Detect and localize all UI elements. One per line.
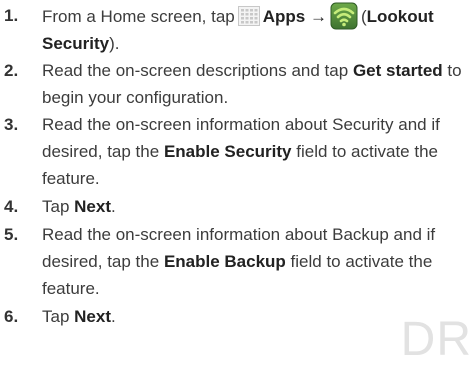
lookout-shield-icon <box>330 2 358 30</box>
step-text-part: . <box>111 197 116 216</box>
step-2: 2. Read the on-screen descriptions and t… <box>0 57 472 111</box>
step-1: 1. From a Home screen, tap Apps → (Lookout… <box>0 2 472 57</box>
step-number: 3. <box>4 115 19 134</box>
step-number: 5. <box>4 225 19 244</box>
apps-label: Apps <box>262 7 306 26</box>
step-number: 4. <box>4 197 19 216</box>
step-text-part: . <box>111 307 116 326</box>
enable-backup-label: Enable Backup <box>163 252 286 271</box>
step-text: Read the on-screen information about Sec… <box>42 111 468 192</box>
step-text: Read the on-screen information about Bac… <box>42 221 468 302</box>
step-text: Read the on-screen descriptions and tap … <box>42 57 468 111</box>
get-started-label: Get started <box>352 61 443 80</box>
enable-security-label: Enable Security <box>163 142 292 161</box>
step-text-part: Read the on-screen descriptions and tap <box>42 61 349 80</box>
step-3: 3. Read the on-screen information about … <box>0 111 472 192</box>
next-label: Next <box>74 307 112 326</box>
step-text-part: Tap <box>42 307 70 326</box>
step-text-part: Tap <box>42 197 70 216</box>
apps-grid-icon <box>237 6 260 26</box>
step-text-part: From a Home screen, tap <box>42 7 235 26</box>
next-label: Next <box>74 197 112 216</box>
step-text-part: ). <box>109 34 120 53</box>
step-text: From a Home screen, tap Apps → (Lookout Se… <box>42 2 468 57</box>
step-text: Tap Next. <box>42 193 468 220</box>
step-text: Tap Next. <box>42 303 468 330</box>
step-6: 6. Tap Next. <box>0 303 472 330</box>
arrow-symbol: → <box>309 7 327 26</box>
step-4: 4. Tap Next. <box>0 193 472 220</box>
step-number: 2. <box>4 61 19 80</box>
step-number: 1. <box>4 6 19 25</box>
step-number: 6. <box>4 307 19 326</box>
step-5: 5. Read the on-screen information about … <box>0 221 472 302</box>
